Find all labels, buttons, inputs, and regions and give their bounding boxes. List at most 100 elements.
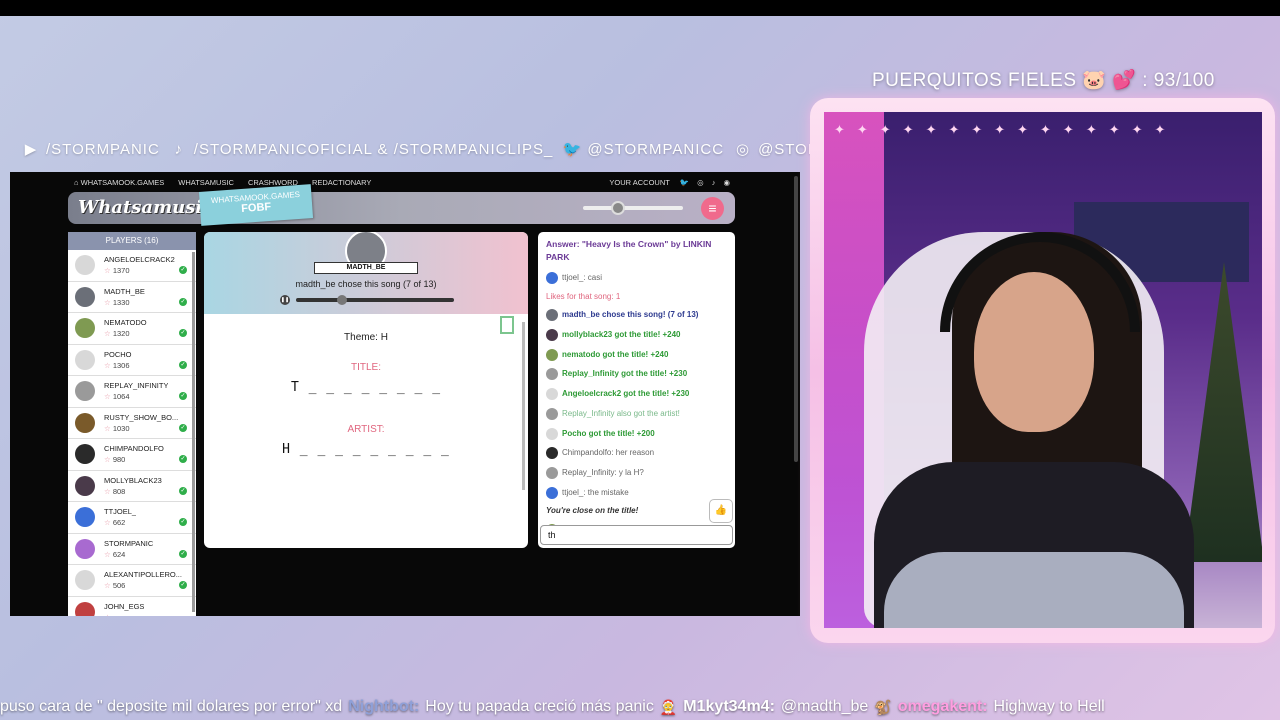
audio-progress-bar[interactable] (296, 295, 454, 305)
title-label: TITLE: (350, 362, 381, 373)
ticker-username: M1kyt34m4: (683, 698, 775, 715)
tiktok-icon[interactable]: ♪ (712, 178, 716, 187)
player-name: JOHN_EGS (104, 601, 145, 611)
players-header: PLAYERS (16) (68, 232, 196, 250)
thumbs-up-icon[interactable]: 👍 (709, 499, 733, 523)
star-icon: ☆ (104, 266, 111, 276)
emote-icon: 🐒 (874, 698, 892, 715)
chat-message: mollyblack23 got the title! +240 (546, 329, 727, 342)
player-row[interactable]: CHIMPANDOLFO ☆ 980 ✓ (68, 439, 196, 471)
player-avatar (75, 570, 95, 591)
instagram-icon[interactable]: ◎ (697, 178, 704, 187)
whatsamusic-logo: Whatsamusic (78, 197, 214, 218)
room-code-tag: WHATSAMOOK.GAMES FOBF (198, 184, 314, 226)
players-panel: PLAYERS (16) ANGELOELCRACK2 ☆ 1370 ✓ MADTH_… (68, 232, 196, 616)
player-row[interactable]: TTJOEL_ ☆ 662 ✓ (68, 502, 196, 534)
volume-slider[interactable] (583, 201, 683, 215)
nav-redactionary-link[interactable]: REDACTIONARY (312, 178, 371, 187)
chat-ticker: puso cara de " deposite mil dolares por … (0, 694, 1280, 720)
game-top-nav: ⌂ WHATSAMOOK.GAMES WHATSAMUSIC CRASHWORD… (74, 176, 730, 188)
player-avatar (75, 286, 95, 307)
chat-text: Angeloelcrack2 got the title! +230 (562, 389, 690, 399)
streamer-knees (884, 552, 1184, 628)
chat-message: madth_be chose this song! (7 of 13) (546, 309, 727, 322)
chat-avatar (546, 486, 558, 499)
player-points: ☆ 624 (104, 549, 126, 559)
player-row[interactable]: STORMPANIC ☆ 624 ✓ (68, 534, 196, 565)
check-icon: ✓ (179, 297, 187, 306)
player-name: POCHO (104, 349, 132, 359)
check-icon: ✓ (179, 455, 187, 463)
your-account-link[interactable]: YOUR ACCOUNT (609, 178, 669, 187)
chat-input[interactable]: th (540, 525, 733, 545)
menu-button[interactable]: ≡ (701, 197, 724, 220)
player-row[interactable]: ANGELOELCRACK2 ☆ 1370 ✓ (68, 250, 196, 282)
social-handle: @STORMPANICC (587, 140, 725, 158)
check-icon: ✓ (179, 266, 187, 274)
string-lights: ✦✦✦✦✦✦✦✦✦✦✦✦✦✦✦ (834, 122, 1178, 137)
theme-text: Theme: H (344, 332, 388, 343)
chat-message: Replay_Infinity: y la H? (546, 466, 727, 479)
ticker-message: Highway to Hell (993, 698, 1105, 715)
player-avatar (75, 475, 95, 496)
twitter-icon[interactable]: 🐦 (680, 178, 689, 187)
chat-message: Angeloelcrack2 got the title! +230 (546, 388, 727, 401)
guess-area: Theme: H TITLE: T _ _ _ _ _ _ _ _ ARTIST… (204, 314, 528, 548)
player-points: ☆ 1306 (104, 360, 130, 370)
star-icon: ☆ (104, 392, 111, 402)
ticker-username: omegakent: (897, 698, 988, 715)
chat-avatar (546, 348, 558, 361)
chose-song-text: madth_be chose this song (7 of 13) (295, 279, 437, 289)
player-name: CHIMPANDOLFO (104, 444, 164, 454)
chat-text: Chimpandolfo: her reason (562, 448, 655, 458)
player-row[interactable]: REPLAY_INFINITY ☆ 1064 ✓ (68, 376, 196, 408)
player-row[interactable]: NEMATODO ☆ 1320 ✓ (68, 313, 196, 345)
player-name: TTJOEL_ (104, 507, 137, 517)
christmas-tree (1184, 262, 1262, 562)
song-panel-scrollbar[interactable] (522, 322, 525, 490)
player-name: STORMPANIC (104, 538, 154, 548)
player-points: ☆ 980 (104, 455, 126, 465)
players-scrollbar[interactable] (192, 252, 195, 612)
player-row[interactable]: POCHO ☆ 1306 ✓ (68, 345, 196, 376)
player-row[interactable]: MADTH_BE ☆ 1330 ✓ (68, 282, 196, 313)
pause-icon[interactable]: ❚❚ (280, 295, 290, 305)
follower-goal: PUERQUITOS FIELES 🐷 💕 : 93/100 (872, 68, 1215, 92)
player-name: MOLLYBLACK23 (104, 475, 162, 485)
check-icon: ✓ (179, 329, 187, 337)
player-points: ☆ 1030 (104, 423, 130, 433)
nav-home-link[interactable]: ⌂ WHATSAMOOK.GAMES (74, 178, 164, 187)
audio-progress-knob[interactable] (337, 295, 348, 305)
social-handle: /STORMPANIC (46, 140, 160, 158)
player-row[interactable]: JOHN_EGS ☆ (68, 597, 196, 616)
chat-message: Chimpandolfo: her reason (546, 447, 727, 460)
star-icon: ☆ (104, 518, 111, 528)
chat-text: ttjoel_: the mistake (562, 487, 629, 497)
chat-text: Replay_Infinity also got the artist! (562, 408, 680, 418)
star-icon: ☆ (104, 329, 111, 339)
chat-text: madth_be chose this song! (7 of 13) (562, 310, 699, 320)
player-avatar (75, 507, 95, 528)
chat-message: You're close on the title! (546, 506, 727, 516)
page-scrollbar[interactable] (794, 176, 798, 462)
star-icon: ☆ (104, 549, 111, 559)
song-header: MADTH_BE madth_be chose this song (7 of … (204, 232, 528, 314)
ticker-username: Nightbot: (348, 698, 420, 715)
discord-icon[interactable]: ◉ (723, 178, 730, 187)
player-row[interactable]: RUSTY_SHOW_BO... ☆ 1030 ✓ (68, 408, 196, 439)
chat-avatar (546, 466, 558, 479)
player-row[interactable]: MOLLYBLACK23 ☆ 808 ✓ (68, 471, 196, 502)
chat-message: Replay_Infinity got the title! +230 (546, 368, 727, 381)
star-icon: ☆ (104, 423, 111, 433)
nav-whatsamusic-link[interactable]: WHATSAMUSIC (178, 178, 234, 187)
chat-message: ttjoel_: casi (546, 272, 727, 284)
player-name: MADTH_BE (104, 286, 145, 296)
emote-icon: 🤶 (659, 698, 678, 715)
title-blanks: T _ _ _ _ _ _ _ _ (290, 380, 442, 395)
player-points: ☆ 662 (104, 518, 126, 528)
volume-knob[interactable] (611, 201, 625, 215)
player-row[interactable]: ALEXANTIPOLLERO... ☆ 506 ✓ (68, 565, 196, 597)
instagram-icon: ◎ (736, 141, 751, 158)
player-avatar (75, 318, 95, 339)
star-icon: ☆ (104, 297, 111, 307)
